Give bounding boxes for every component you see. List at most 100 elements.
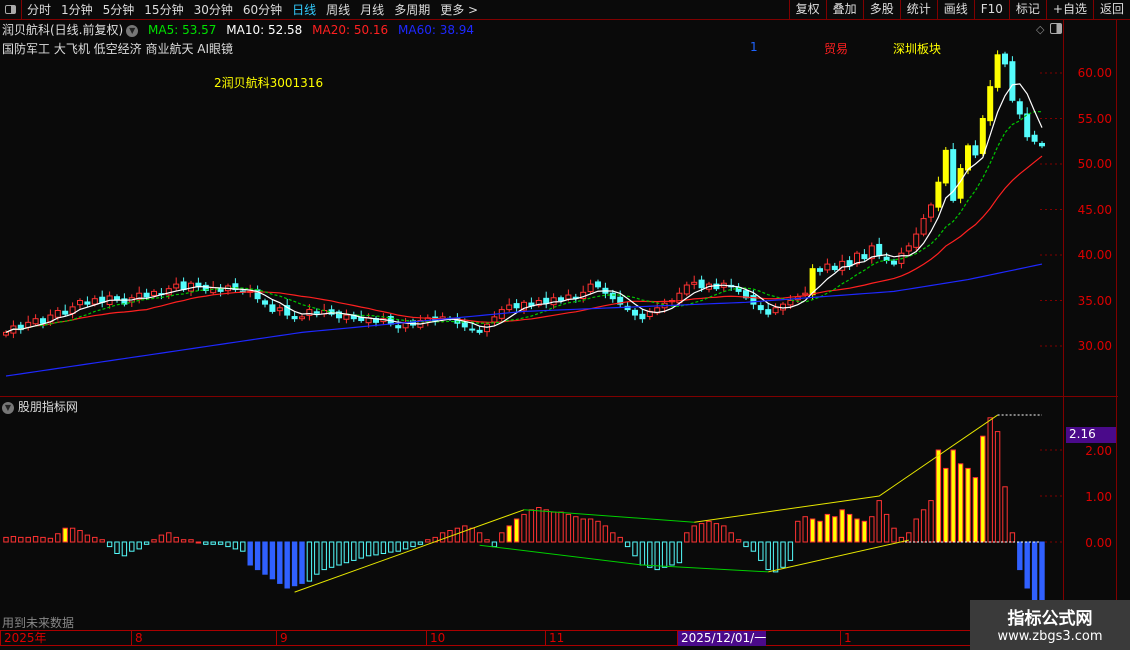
osc-bar-negative: [624, 541, 631, 548]
osc-bar-positive: [817, 520, 823, 543]
osc-bar-negative: [136, 541, 142, 550]
osc-bar-negative: [1039, 541, 1045, 603]
candle-body: [1009, 61, 1016, 101]
osc-bar-negative: [232, 541, 239, 550]
osc-bar-positive: [550, 511, 557, 543]
osc-bar-negative: [336, 541, 342, 566]
osc-bar-positive: [32, 535, 39, 543]
osc-bar-positive: [1002, 486, 1008, 543]
osc-bar-positive: [536, 507, 542, 543]
osc-bar-negative: [143, 541, 150, 545]
osc-bar-negative: [225, 541, 231, 548]
osc-bar-positive: [18, 536, 24, 543]
osc-bar-positive: [173, 536, 179, 543]
candle-body: [905, 245, 912, 252]
candle-body: [928, 204, 934, 218]
watermark-url: www.zbgs3.com: [997, 629, 1103, 644]
osc-bar-positive: [25, 536, 31, 543]
osc-bar-positive: [195, 541, 202, 544]
osc-bar-positive: [869, 516, 875, 543]
osc-bar-positive: [809, 518, 816, 543]
osc-bar-positive: [158, 534, 165, 543]
osc-bar-positive: [513, 518, 520, 543]
candle-body: [683, 284, 690, 295]
ma5-line: [5, 83, 1043, 333]
osc-bar-positive: [439, 532, 446, 543]
osc-bar-negative: [676, 541, 683, 564]
osc-bar-positive: [846, 513, 853, 543]
osc-bar-positive: [99, 539, 105, 543]
candle-body: [639, 313, 646, 320]
osc-bar-negative: [1024, 541, 1030, 589]
candle-body: [787, 300, 794, 306]
osc-bar-positive: [565, 513, 572, 543]
osc-bar-positive: [188, 539, 194, 543]
osc-bar-negative: [129, 541, 135, 552]
time-axis: 2025年 8 9 10 11 2025/12/01/一 1: [0, 630, 1118, 646]
candle-body: [876, 243, 883, 256]
osc-bar-positive: [543, 509, 549, 543]
ma10-line: [5, 111, 1042, 333]
osc-bar-negative: [358, 541, 364, 559]
osc-bar-positive: [77, 530, 83, 543]
candle-body: [913, 233, 920, 248]
osc-bar-negative: [743, 541, 749, 548]
osc-bar-positive: [721, 525, 727, 543]
candle-body: [817, 268, 823, 272]
candle-body: [802, 292, 809, 296]
candle-body: [3, 331, 9, 336]
candle-body: [994, 54, 1001, 88]
osc-bar-negative: [632, 541, 638, 557]
osc-bar-negative: [277, 541, 283, 584]
osc-bar-positive: [506, 525, 512, 543]
candle-body: [343, 314, 350, 320]
watermark: 指标公式网 www.zbgs3.com: [970, 600, 1130, 650]
osc-bar-negative: [343, 541, 350, 564]
osc-bar-positive: [558, 511, 564, 543]
candle-body: [772, 307, 779, 314]
candle-body: [1002, 53, 1008, 65]
osc-bar-positive: [913, 518, 919, 543]
osc-bar-negative: [121, 541, 128, 557]
candle-body: [824, 263, 831, 271]
osc-bar-positive: [454, 527, 461, 543]
candle-body: [484, 323, 490, 333]
osc-bar-negative: [365, 541, 372, 557]
candle-body: [765, 309, 772, 315]
osc-bar-positive: [92, 536, 98, 543]
osc-bar-positive: [602, 525, 609, 543]
candle-body: [587, 283, 594, 293]
osc-bar-positive: [55, 533, 61, 543]
osc-bar-positive: [987, 417, 993, 543]
candle-body: [550, 297, 557, 306]
candle-body: [979, 118, 986, 154]
candle-body: [91, 298, 98, 305]
osc-bar-positive: [728, 532, 734, 543]
candle-body: [491, 316, 498, 323]
candle-body: [935, 181, 942, 208]
osc-bar-positive: [861, 520, 868, 543]
candle-body: [276, 307, 283, 312]
osc-bar-negative: [106, 541, 113, 548]
osc-bar-positive: [928, 500, 934, 543]
chart-canvas[interactable]: [0, 0, 1130, 650]
osc-bar-positive: [698, 523, 705, 543]
osc-bar-positive: [691, 525, 697, 543]
candle-body: [965, 145, 971, 171]
osc-bar-positive: [980, 435, 986, 543]
osc-bar-positive: [484, 539, 490, 543]
candle-body: [291, 316, 298, 320]
time-label: 11: [545, 631, 564, 646]
osc-bar-positive: [69, 527, 76, 543]
osc-bar-negative: [772, 541, 779, 573]
osc-bar-positive: [528, 509, 535, 543]
candle-body: [942, 149, 949, 184]
osc-bar-positive: [1009, 532, 1016, 543]
candle-body: [262, 300, 268, 305]
candle-body: [558, 297, 564, 301]
osc-bar-positive: [824, 513, 831, 543]
osc-bar-negative: [669, 541, 675, 566]
candle-body: [609, 292, 616, 300]
candle-body: [40, 318, 46, 324]
candle-body: [861, 254, 868, 260]
